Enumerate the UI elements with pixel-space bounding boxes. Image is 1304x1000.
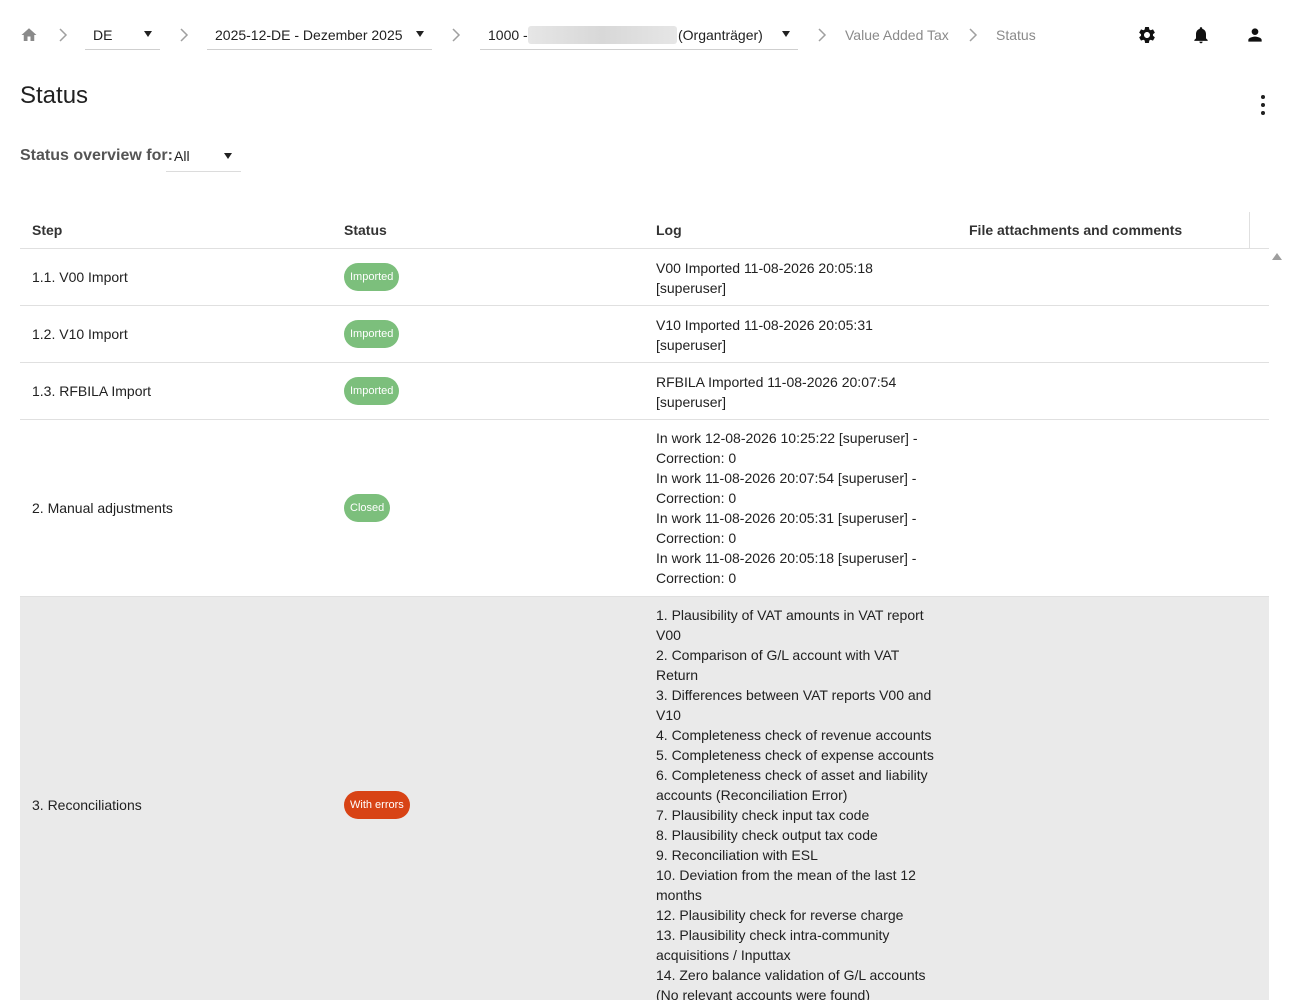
home-icon[interactable] [20,26,38,44]
page-title: Status [20,82,89,109]
status-table: Step Status Log File attachments and com… [20,212,1269,1000]
top-bar: DE 2025-12-DE - Dezember 2025 1000 - (Or… [0,0,1304,70]
status-badge: Closed [344,494,391,522]
log-text: In work 12-08-2026 10:25:22 [superuser] … [656,430,918,586]
column-divider [1249,212,1250,248]
table-row[interactable]: 1.1. V00 Import Imported V00 Imported 11… [20,249,1269,306]
table-row[interactable]: 1.2. V10 Import Imported V10 Imported 11… [20,306,1269,363]
caret-down-icon [782,31,790,37]
log-text: 1. Plausibility of VAT amounts in VAT re… [656,607,934,1000]
breadcrumb-vat[interactable]: Value Added Tax [845,27,949,43]
country-dropdown[interactable]: DE [85,20,160,50]
header-status[interactable]: Status [344,222,387,238]
status-overview-label: Status overview for: [20,147,173,164]
chevron-right-icon [180,28,189,42]
header-attachments[interactable]: File attachments and comments [969,222,1182,238]
log-text: RFBILA Imported 11-08-2026 20:07:54 [sup… [656,374,897,410]
caret-down-icon [224,153,232,159]
status-badge: Imported [344,263,400,291]
table-row[interactable]: 1.3. RFBILA Import Imported RFBILA Impor… [20,363,1269,420]
table-row[interactable]: 2. Manual adjustments Closed In work 12-… [20,420,1269,597]
breadcrumb-status: Status [996,27,1036,43]
table-row[interactable]: 3. Reconciliations With errors 1. Plausi… [20,597,1269,1000]
status-badge: With errors [344,791,410,819]
period-value: 2025-12-DE - Dezember 2025 [215,27,403,43]
table-scrollbar[interactable] [1269,248,1284,1000]
redacted-entity-name [528,26,677,44]
status-overview-value: All [174,148,190,164]
more-vertical-icon[interactable] [1252,92,1274,118]
log-text: V10 Imported 11-08-2026 20:05:31 [superu… [656,317,873,353]
log-text: V00 Imported 11-08-2026 20:05:18 [superu… [656,260,873,296]
step-name: 3. Reconciliations [32,797,142,813]
caret-down-icon [144,31,152,37]
bell-icon[interactable] [1191,25,1211,45]
status-badge: Imported [344,320,400,348]
status-overview-dropdown[interactable]: All [166,140,241,172]
table-header: Step Status Log File attachments and com… [20,212,1269,249]
step-name: 1.3. RFBILA Import [32,383,152,399]
status-badge: Imported [344,377,400,405]
step-name: 2. Manual adjustments [32,500,173,516]
period-dropdown[interactable]: 2025-12-DE - Dezember 2025 [207,20,432,50]
step-name: 1.1. V00 Import [32,269,128,285]
entity-dropdown[interactable]: 1000 - (Organträger) [480,20,798,50]
chevron-right-icon [59,28,68,42]
caret-down-icon [416,31,424,37]
entity-prefix: 1000 - [488,27,528,43]
chevron-right-icon [818,28,827,42]
chevron-right-icon [969,28,978,42]
gear-icon[interactable] [1137,25,1157,45]
step-name: 1.2. V10 Import [32,326,128,342]
header-log[interactable]: Log [656,222,682,238]
chevron-right-icon [452,28,461,42]
country-value: DE [93,27,113,43]
header-step[interactable]: Step [32,222,62,238]
entity-suffix: (Organträger) [678,27,763,43]
scroll-up-arrow-icon[interactable] [1272,253,1282,260]
user-icon[interactable] [1245,25,1265,45]
